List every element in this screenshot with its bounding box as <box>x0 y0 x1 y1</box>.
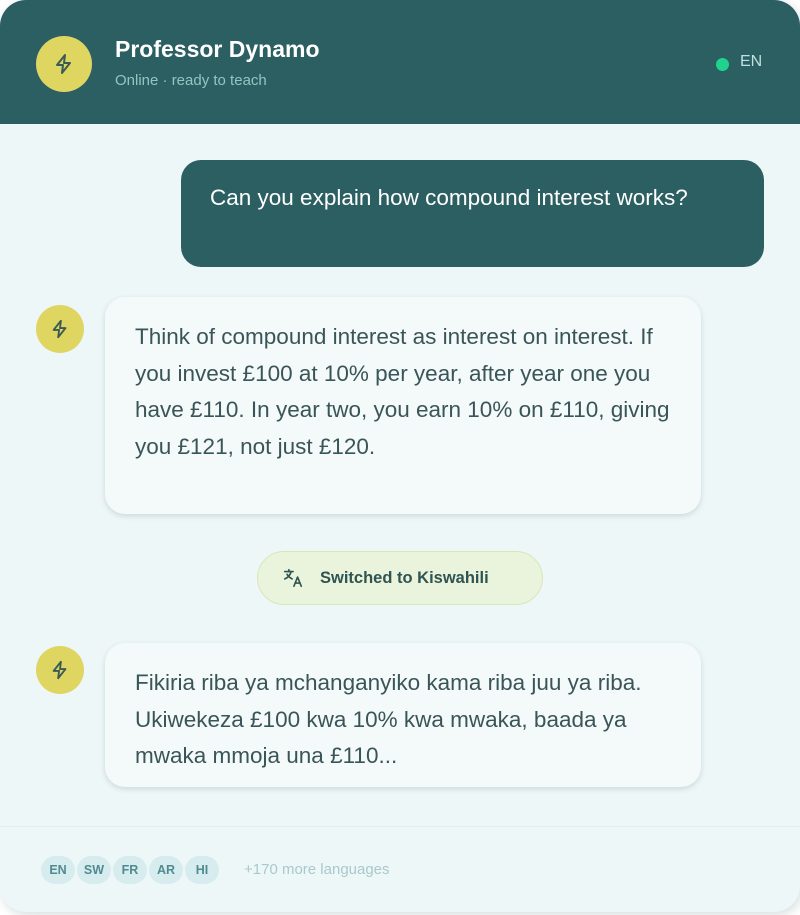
language-chip-ar[interactable]: AR <box>149 856 183 884</box>
language-chip-en[interactable]: EN <box>41 856 75 884</box>
user-message: Can you explain how compound interest wo… <box>181 160 764 267</box>
online-indicator <box>716 58 729 71</box>
chat-header: Professor Dynamo Online · ready to teach… <box>0 0 800 124</box>
footer-divider <box>0 826 800 827</box>
tutor-name: Professor Dynamo <box>115 36 320 62</box>
lightning-bolt-icon <box>56 54 71 74</box>
lightning-bolt-icon <box>52 319 67 339</box>
language-chip-sw[interactable]: SW <box>77 856 111 884</box>
language-chip-hi[interactable]: HI <box>185 856 219 884</box>
assistant-avatar <box>36 646 84 694</box>
more-languages-label[interactable]: +170 more languages <box>244 861 390 878</box>
assistant-message: Fikiria riba ya mchanganyiko kama riba j… <box>105 643 701 787</box>
tutor-status: Online · ready to teach <box>115 72 267 89</box>
assistant-avatar <box>36 305 84 353</box>
assistant-message: Think of compound interest as interest o… <box>105 297 701 514</box>
tutor-avatar <box>36 36 92 92</box>
current-language[interactable]: EN <box>740 53 762 71</box>
language-chip-fr[interactable]: FR <box>113 856 147 884</box>
lightning-bolt-icon <box>52 660 67 680</box>
translate-icon <box>283 568 303 588</box>
chat-window: Professor Dynamo Online · ready to teach… <box>0 0 800 912</box>
language-switch-label: Switched to Kiswahili <box>320 569 489 587</box>
language-switch-notice: Switched to Kiswahili <box>257 551 543 605</box>
